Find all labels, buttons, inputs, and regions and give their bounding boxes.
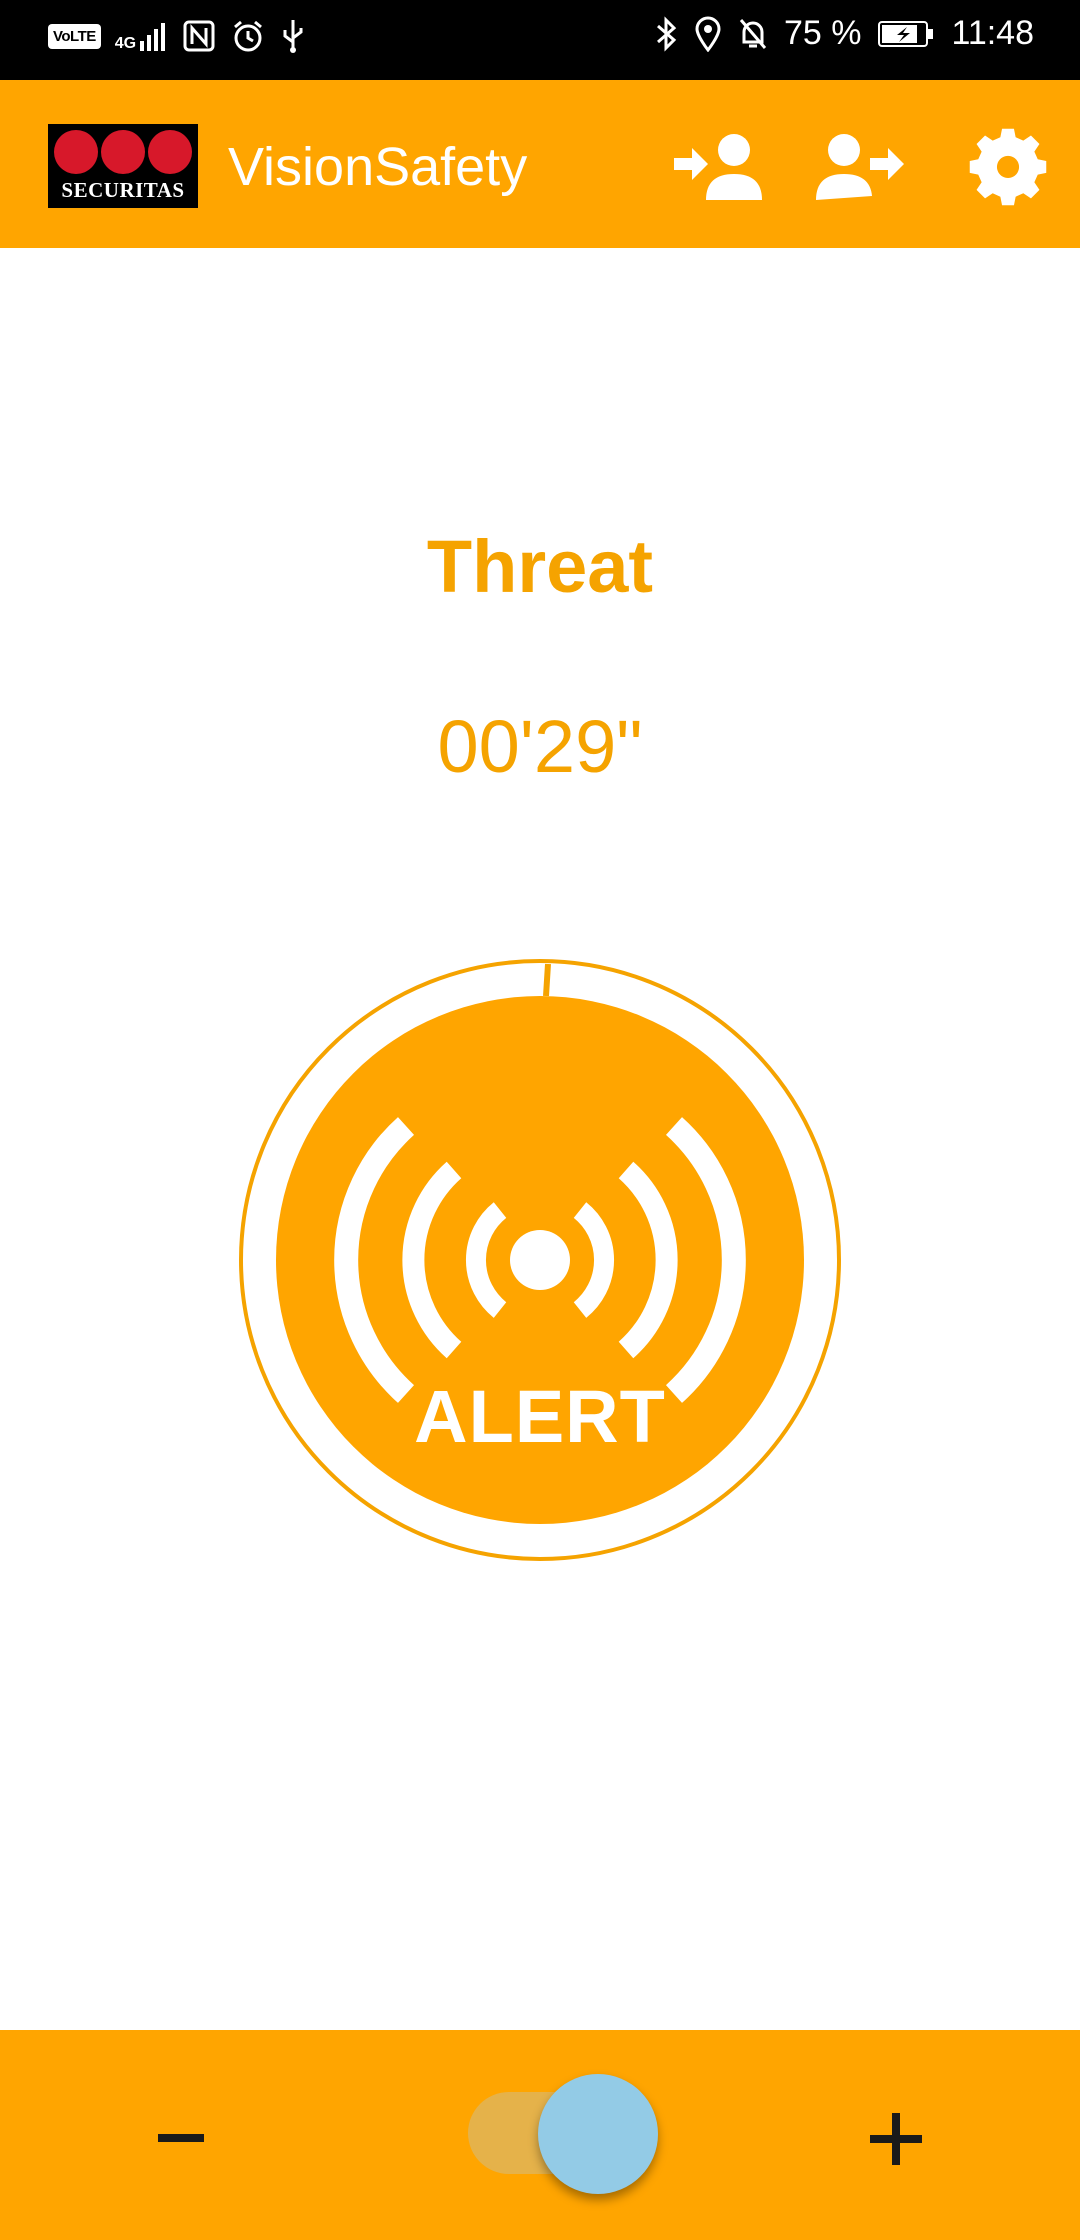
- bottom-bar: [0, 2030, 1080, 2240]
- minus-button[interactable]: [158, 2134, 204, 2142]
- gear-icon[interactable]: [958, 128, 1058, 208]
- status-bar: VoLTE 4G 75 % 11:48: [0, 0, 1080, 80]
- logo-text: SECURITAS: [61, 178, 185, 202]
- toggle-thumb[interactable]: [538, 2074, 658, 2194]
- alert-label: ALERT: [414, 1375, 666, 1458]
- notifications-off-icon: [739, 18, 767, 49]
- battery-charging-icon: [878, 20, 934, 47]
- securitas-logo: SECURITAS: [48, 124, 198, 208]
- volte-icon: VoLTE: [48, 23, 101, 49]
- status-left: VoLTE 4G: [48, 18, 306, 54]
- countdown-timer: 00'29": [437, 705, 643, 788]
- signal-icon: 4G: [114, 21, 168, 52]
- network-type: 4G: [114, 35, 137, 52]
- login-user-icon[interactable]: [672, 128, 772, 208]
- alert-button-graphic: [239, 959, 841, 1561]
- plus-icon-v: [892, 2113, 900, 2165]
- alert-button[interactable]: ALERT: [238, 958, 842, 1562]
- usb-icon: [283, 20, 303, 53]
- nfc-icon: [183, 20, 215, 52]
- app-title: VisionSafety: [228, 137, 528, 197]
- bluetooth-icon: [656, 15, 677, 52]
- battery-percent: 75 %: [783, 14, 862, 52]
- clock: 11:48: [951, 14, 1034, 52]
- location-icon: [695, 16, 721, 52]
- logout-user-icon[interactable]: [812, 128, 912, 208]
- alarm-icon: [234, 20, 263, 52]
- alert-mode-label: Threat: [426, 525, 654, 608]
- status-right: 75 % 11:48: [654, 14, 1034, 53]
- app-bar: SECURITAS VisionSafety: [0, 80, 1080, 248]
